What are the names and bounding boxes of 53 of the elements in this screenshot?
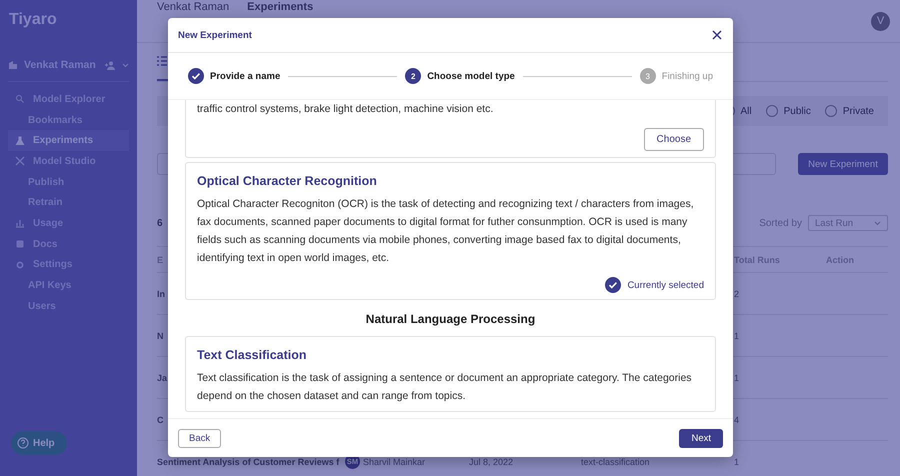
step-number: 3 — [640, 68, 656, 84]
list-icon — [157, 56, 167, 66]
help-button[interactable]: Help — [11, 431, 67, 455]
experiment-name[interactable]: C — [157, 414, 164, 424]
sidebar-item[interactable]: Experiments — [8, 130, 129, 152]
choose-button[interactable]: Choose — [644, 128, 704, 151]
run-count: 2 — [734, 288, 740, 298]
card-description: traffic control systems, brake light detection, machine vision etc. — [197, 102, 494, 117]
run-count: 1 — [734, 456, 740, 466]
run-count: 1 — [734, 330, 740, 340]
section-heading: Natural Language Processing — [364, 311, 536, 328]
close-icon[interactable] — [711, 29, 723, 41]
new-experiment-button[interactable]: New Experiment — [798, 153, 888, 175]
add-user-icon[interactable] — [105, 60, 116, 70]
step-label: Provide a name — [210, 70, 280, 82]
selected-label: Currently selected — [627, 280, 704, 290]
search-icon — [15, 94, 25, 104]
help-icon — [17, 437, 29, 449]
run-count: 1 — [734, 372, 740, 382]
radio-circle[interactable] — [766, 105, 778, 117]
card-title: Optical Character Recognition — [197, 174, 378, 188]
logo: Tiyaro — [9, 11, 58, 29]
step-label: Choose model type — [427, 70, 515, 82]
owner-name: Sharvil Mainkar — [363, 456, 426, 466]
step-number: 2 — [405, 68, 422, 84]
experiment-name[interactable]: In — [157, 288, 165, 298]
bar-chart-icon — [15, 218, 25, 228]
experiment-name[interactable]: Ja — [157, 372, 168, 382]
date-text: Jul 8, 2022 — [469, 456, 514, 466]
experiment-count: 6 — [157, 218, 163, 228]
experiment-name[interactable]: Sentiment Analysis of Customer Reviews f — [157, 456, 340, 466]
building-icon — [8, 60, 18, 70]
breadcrumb-current: Experiments — [247, 1, 314, 13]
step-label: Finishing up — [662, 70, 713, 82]
card-title: Text Classification — [197, 348, 308, 362]
run-count: 4 — [734, 414, 740, 424]
task-text: text-classification — [581, 456, 650, 466]
radio-circle[interactable] — [824, 105, 837, 117]
dialog-title: New Experiment — [178, 30, 252, 40]
back-button[interactable]: Back — [178, 428, 222, 448]
settings-icon — [15, 260, 25, 270]
square-icon — [15, 239, 25, 250]
flask-icon — [15, 136, 25, 146]
chevron-icon — [874, 220, 881, 226]
cross-icon — [15, 156, 25, 166]
experiment-name[interactable]: N — [157, 330, 164, 340]
next-button[interactable]: Next — [679, 428, 723, 448]
card-description: Text classification is the task of assigning a sentence or document an appropriate category. The categories depend on the chosen dataset and can range from topics. — [197, 371, 693, 404]
user-avatar[interactable]: V — [871, 12, 890, 30]
chevron-icon[interactable] — [122, 62, 129, 68]
radio-option[interactable]: Public — [766, 105, 811, 117]
breadcrumb-link[interactable]: Venkat Raman — [157, 1, 230, 13]
radio-option[interactable]: Private — [824, 105, 874, 117]
